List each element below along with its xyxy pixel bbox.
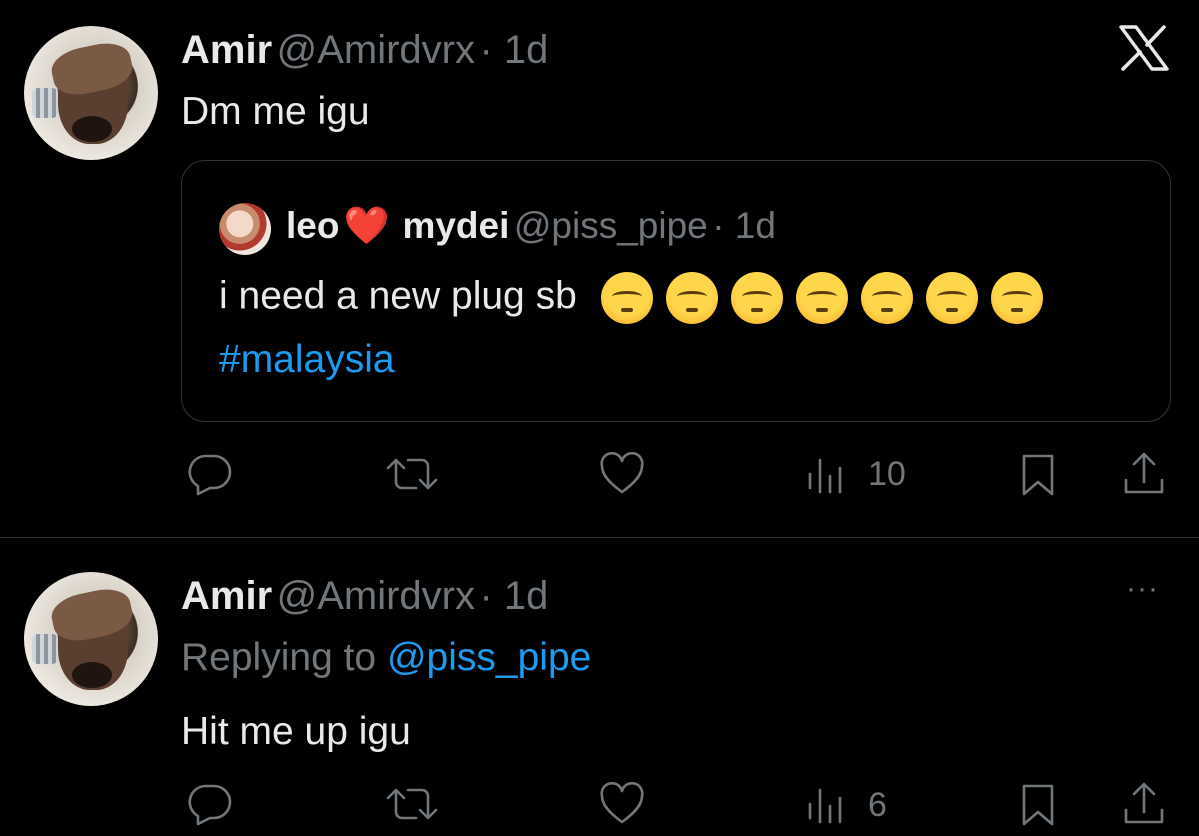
pensive-face-emoji [730, 272, 783, 324]
tweet-header: Amir @Amirdvrx · 1d [181, 574, 548, 619]
tweet-header: Amir @Amirdvrx · 1d [181, 28, 548, 73]
x-logo-icon[interactable] [1118, 24, 1170, 72]
pensive-face-emoji [600, 272, 653, 324]
avatar-watch [32, 88, 58, 118]
bookmark-icon[interactable] [1016, 782, 1060, 828]
pensive-emoji-row [588, 272, 1043, 324]
views-icon[interactable] [806, 454, 852, 494]
bookmark-icon[interactable] [1016, 452, 1060, 498]
author-name[interactable]: Amir [181, 574, 272, 618]
author-handle[interactable]: @Amirdvrx [277, 28, 475, 72]
reply-icon[interactable] [186, 452, 234, 496]
pensive-face-emoji [990, 272, 1043, 324]
more-options-icon[interactable]: ··· [1126, 572, 1159, 606]
author-name[interactable]: Amir [181, 28, 272, 72]
quote-author-name-2[interactable]: mydei [402, 205, 509, 246]
quote-header: leo ❤️ mydei @piss_pipe · 1d [286, 205, 776, 248]
quote-author-handle[interactable]: @piss_pipe [514, 205, 708, 246]
divider [0, 537, 1199, 538]
share-icon[interactable] [1120, 450, 1168, 498]
replying-to-handle[interactable]: @piss_pipe [387, 636, 591, 679]
heart-emoji: ❤️ [343, 205, 390, 246]
retweet-icon[interactable] [384, 782, 440, 826]
tweet-time[interactable]: · 1d [479, 574, 548, 618]
avatar-beard [72, 116, 112, 142]
retweet-icon[interactable] [384, 452, 440, 496]
replying-to-label: Replying to [181, 636, 377, 679]
quote-avatar[interactable] [219, 203, 271, 255]
pensive-face-emoji [795, 272, 848, 324]
views-icon[interactable] [806, 784, 852, 824]
reply-icon[interactable] [186, 782, 234, 826]
avatar[interactable] [24, 572, 158, 706]
avatar-beard [72, 662, 112, 688]
avatar-watch [32, 634, 58, 664]
author-handle[interactable]: @Amirdvrx [277, 574, 475, 618]
replying-to-line: Replying to @piss_pipe [181, 636, 591, 680]
views-count: 10 [868, 455, 906, 493]
pensive-face-emoji [860, 272, 913, 324]
views-count: 6 [868, 786, 887, 824]
share-icon[interactable] [1120, 780, 1168, 828]
tweet-text: Dm me igu [181, 90, 370, 133]
quote-time: · 1d [712, 205, 776, 246]
tweet-time[interactable]: · 1d [479, 28, 548, 72]
tweet-text: Hit me up igu [181, 710, 411, 753]
quote-text-line: i need a new plug sb [219, 272, 1043, 324]
pensive-face-emoji [925, 272, 978, 324]
quote-text: i need a new plug sb [219, 274, 577, 318]
like-icon[interactable] [598, 782, 646, 826]
avatar[interactable] [24, 26, 158, 160]
pensive-face-emoji [665, 272, 718, 324]
quote-author-name[interactable]: leo [286, 205, 339, 246]
like-icon[interactable] [598, 452, 646, 496]
hashtag-link[interactable]: #malaysia [219, 338, 395, 382]
